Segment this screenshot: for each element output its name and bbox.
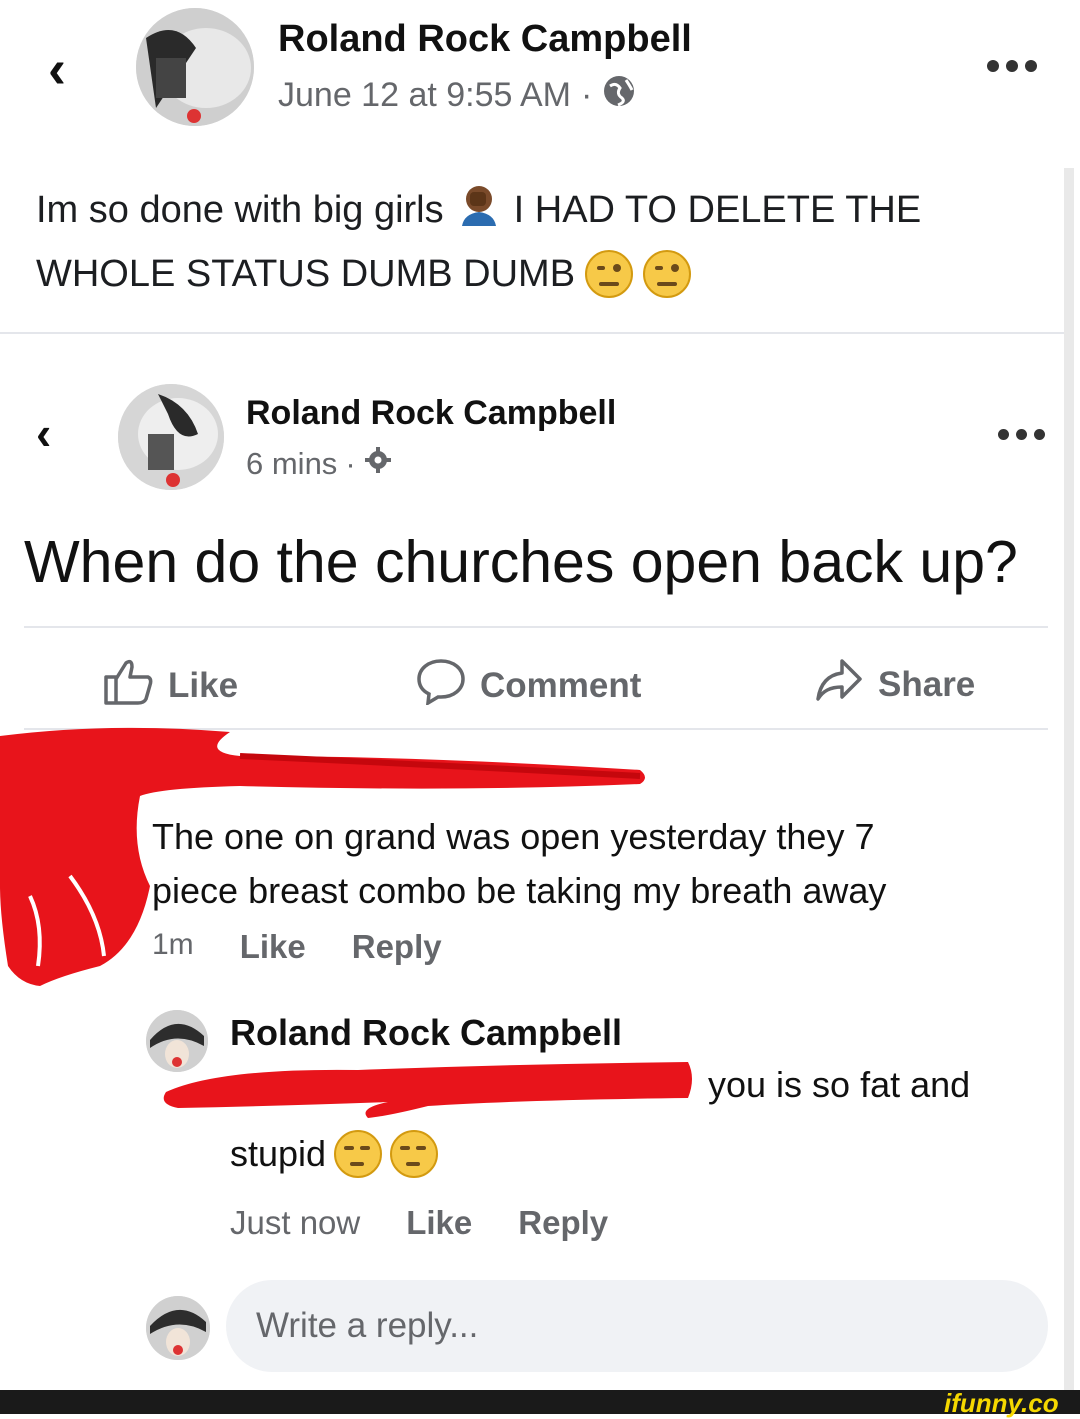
more-options-icon[interactable]: [987, 60, 1037, 72]
avatar[interactable]: [118, 384, 224, 490]
back-icon[interactable]: ‹: [36, 410, 51, 456]
reply-text: stupid: [230, 1133, 327, 1174]
avatar[interactable]: [146, 1296, 210, 1360]
section-divider: [0, 332, 1064, 334]
like-label: Like: [168, 665, 239, 705]
share-label: Share: [878, 664, 976, 704]
share-arrow-icon: [814, 657, 864, 712]
post-text-line1: Im so done with big girls I HAD TO DELET…: [36, 182, 921, 238]
reply-text: you is so fat and: [708, 1064, 971, 1105]
redaction-scribble: [0, 727, 645, 986]
unamused-face-emoji-icon: [334, 1130, 383, 1178]
action-divider: [24, 626, 1048, 628]
redaction-scribble: [163, 1062, 692, 1118]
post-text-line2: WHOLE STATUS DUMB DUMB: [36, 250, 692, 298]
shared-meta: 6 mins ·: [246, 446, 392, 482]
reply-text-line2: stupid: [230, 1130, 439, 1178]
comment-bubble-icon: [416, 657, 466, 714]
globe-icon: [602, 74, 636, 117]
back-icon[interactable]: ‹: [48, 42, 66, 96]
reply-like-link[interactable]: Like: [406, 1204, 472, 1242]
more-options-icon[interactable]: [998, 429, 1045, 440]
thumbs-up-icon: [102, 657, 154, 714]
unamused-face-emoji-icon: [390, 1130, 439, 1178]
reply-input[interactable]: Write a reply...: [226, 1280, 1048, 1372]
comment-label: Comment: [480, 665, 642, 705]
gear-icon: [364, 446, 392, 482]
post-timestamp[interactable]: June 12 at 9:55 AM: [278, 76, 571, 115]
bottom-bar: [0, 1390, 1080, 1414]
facepalm-emoji-icon: [456, 182, 502, 238]
avatar[interactable]: [136, 8, 254, 126]
woozy-face-emoji-icon: [585, 250, 634, 298]
like-button[interactable]: Like: [102, 657, 238, 714]
shared-author[interactable]: Roland Rock Campbell: [246, 394, 616, 433]
woozy-face-emoji-icon: [643, 250, 692, 298]
reply-actions: Just now Like Reply: [230, 1204, 608, 1242]
scrollbar[interactable]: [1064, 168, 1074, 1390]
shared-post-text: When do the churches open back up?: [24, 529, 1018, 595]
reply-time: Just now: [230, 1204, 361, 1241]
shared-timestamp[interactable]: 6 mins: [246, 446, 337, 482]
post-meta: June 12 at 9:55 AM ·: [278, 74, 636, 117]
reply-input-placeholder: Write a reply...: [256, 1306, 479, 1345]
post-text-cont: WHOLE STATUS DUMB DUMB: [36, 252, 576, 295]
reply-reply-link[interactable]: Reply: [518, 1204, 608, 1242]
meta-separator: ·: [580, 76, 593, 114]
share-button[interactable]: Share: [814, 657, 975, 712]
post-text: Im so done with big girls: [36, 188, 444, 231]
watermark: ifunny.co: [944, 1388, 1059, 1418]
reply-author[interactable]: Roland Rock Campbell: [230, 1012, 622, 1054]
post-text-tail: I HAD TO DELETE THE: [513, 188, 922, 231]
comment-button[interactable]: Comment: [416, 657, 641, 714]
post-author[interactable]: Roland Rock Campbell: [278, 18, 692, 61]
meta-separator: ·: [345, 446, 356, 481]
